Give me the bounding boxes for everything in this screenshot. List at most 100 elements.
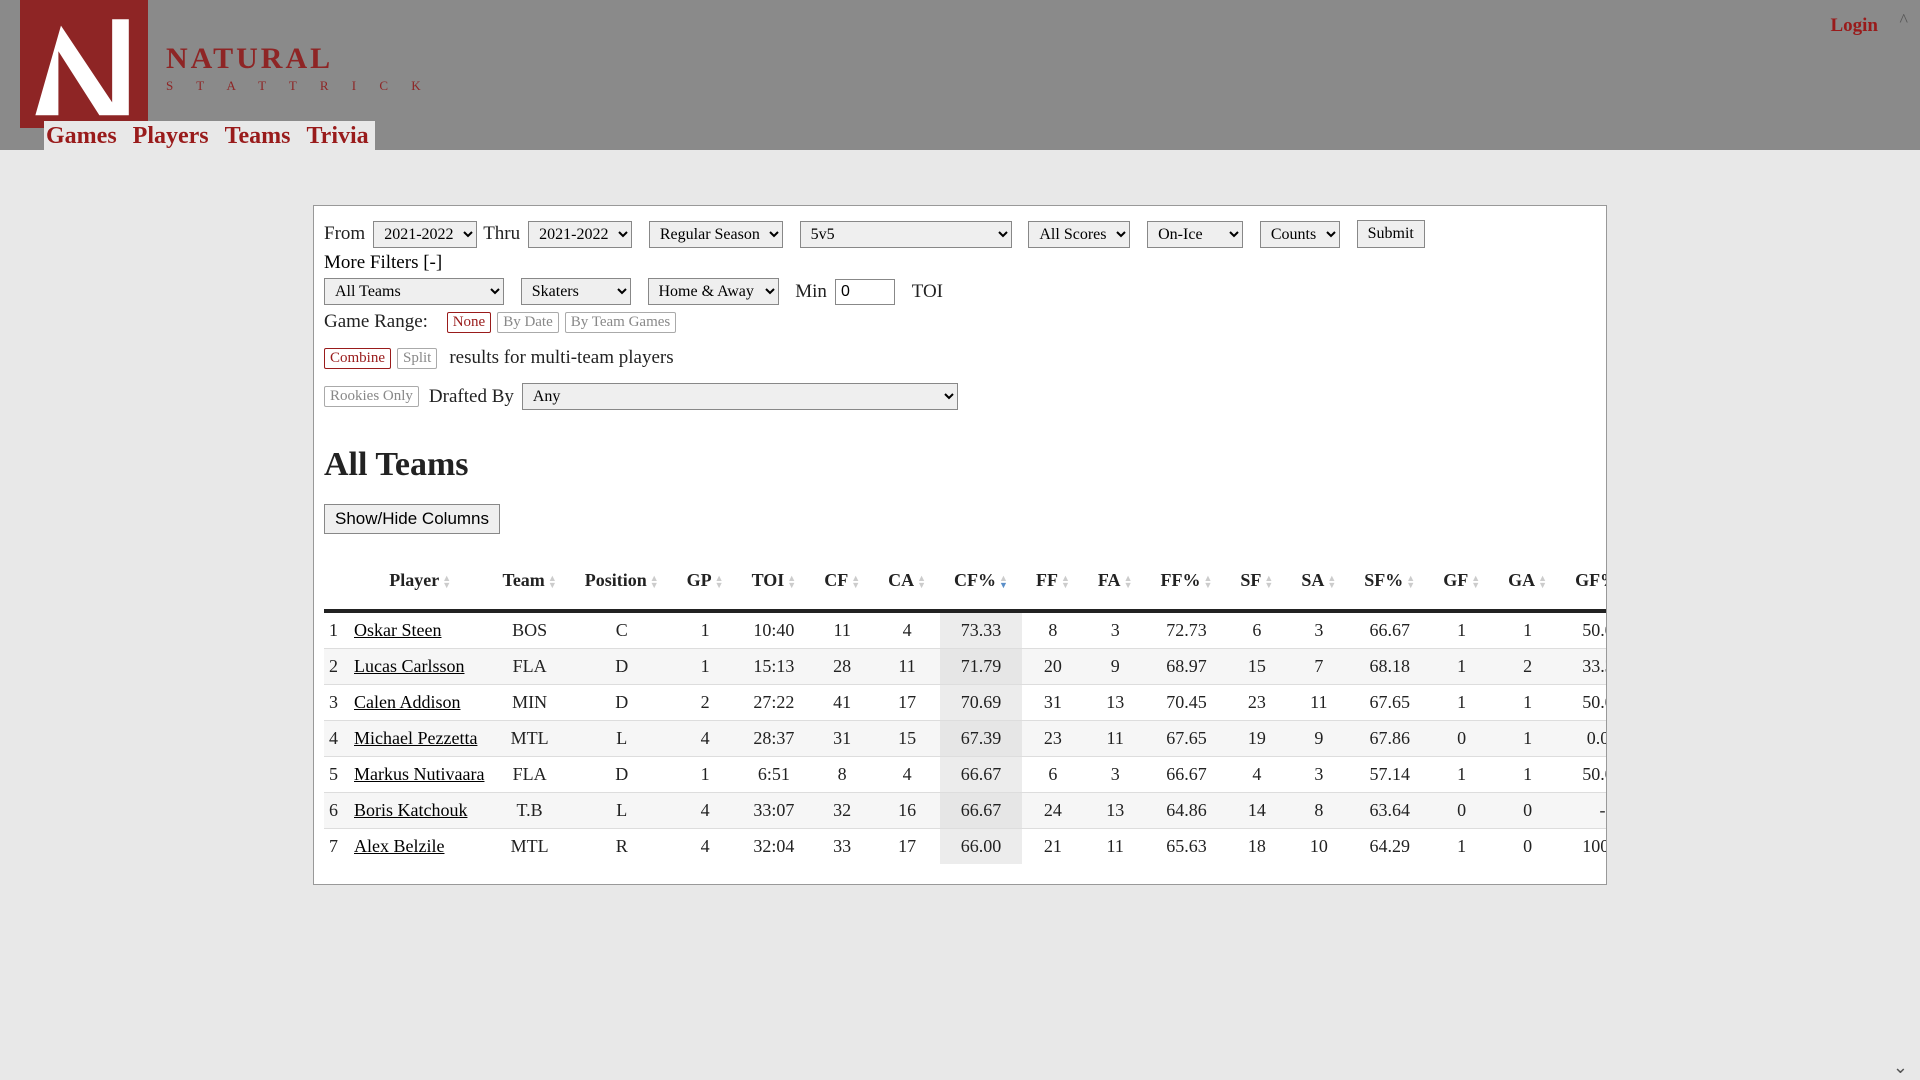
stat-cell: 15:13 [738, 649, 811, 685]
player-link[interactable]: Michael Pezzetta [354, 728, 477, 748]
stat-cell: 1 [1494, 721, 1561, 757]
stat-cell: 70.45 [1146, 685, 1226, 721]
stat-cell: 20 [1022, 649, 1084, 685]
stat-cell: 100.0 [1561, 829, 1606, 865]
player-link[interactable]: Oskar Steen [354, 620, 441, 640]
stat-cell: 50.00 [1561, 611, 1606, 649]
player-link[interactable]: Boris Katchouk [354, 800, 467, 820]
sort-arrows-icon: ▲▼ [999, 575, 1008, 589]
col-header[interactable]: FF%▲▼ [1146, 552, 1226, 611]
stat-cell: 6:51 [738, 757, 811, 793]
player-link[interactable]: Lucas Carlsson [354, 656, 464, 676]
combine-button[interactable]: Combine [324, 348, 391, 369]
stat-cell: BOS [488, 611, 570, 649]
logo-icon[interactable] [20, 0, 148, 128]
location-select[interactable]: Home & Away [648, 278, 779, 305]
counts-select[interactable]: Counts [1260, 221, 1340, 248]
scores-select[interactable]: All Scores [1028, 221, 1130, 248]
stat-cell: 1 [1429, 757, 1494, 793]
player-link[interactable]: Calen Addison [354, 692, 461, 712]
min-input[interactable] [835, 279, 895, 305]
stat-cell: 31 [1022, 685, 1084, 721]
col-header[interactable]: CF▲▼ [810, 552, 874, 611]
col-header[interactable]: GP▲▼ [673, 552, 738, 611]
stat-cell: 66.67 [1146, 757, 1226, 793]
content-panel: From 2021-2022 Thru 2021-2022 Regular Se… [313, 205, 1607, 885]
col-header[interactable]: CA▲▼ [874, 552, 940, 611]
col-header[interactable]: TOI▲▼ [738, 552, 811, 611]
stat-cell: MTL [488, 721, 570, 757]
stat-cell: L [571, 793, 673, 829]
stat-cell: R [571, 829, 673, 865]
stat-cell: 57.14 [1350, 757, 1429, 793]
brand-text: NATURAL S T A T T R I C K [166, 42, 431, 94]
nav-players[interactable]: Players [133, 123, 209, 150]
stat-cell: 15 [874, 721, 940, 757]
player-cell: Michael Pezzetta [352, 721, 488, 757]
col-header[interactable]: Team▲▼ [488, 552, 570, 611]
team-select[interactable]: All Teams [324, 278, 504, 305]
col-header[interactable]: Player▲▼ [352, 552, 488, 611]
stat-cell: 65.63 [1146, 829, 1226, 865]
stat-cell: 2 [673, 685, 738, 721]
filters: From 2021-2022 Thru 2021-2022 Regular Se… [314, 220, 1606, 410]
showhide-columns-button[interactable]: Show/Hide Columns [324, 504, 500, 534]
sort-arrows-icon: ▲▼ [442, 575, 451, 589]
gamerange-none-button[interactable]: None [447, 312, 492, 333]
col-header[interactable]: GF%▲▼ [1561, 552, 1606, 611]
gamerange-date-button[interactable]: By Date [497, 312, 559, 333]
sort-arrows-icon: ▲▼ [1124, 575, 1133, 589]
thru-select[interactable]: 2021-2022 [528, 221, 632, 248]
stat-cell: 17 [874, 829, 940, 865]
submit-button[interactable]: Submit [1357, 220, 1425, 248]
col-header[interactable]: CF%▲▼ [940, 552, 1022, 611]
col-header[interactable]: GA▲▼ [1494, 552, 1561, 611]
stat-cell: 19 [1226, 721, 1287, 757]
table-row: 5Markus NutivaaraFLAD16:518466.676366.67… [324, 757, 1606, 793]
stat-cell: 11 [810, 611, 874, 649]
stat-cell: 67.39 [940, 721, 1022, 757]
multiteam-label: results for multi-team players [449, 347, 673, 369]
stat-cell: 33 [810, 829, 874, 865]
col-header[interactable]: SF▲▼ [1226, 552, 1287, 611]
stat-cell: 66.00 [940, 829, 1022, 865]
from-select[interactable]: 2021-2022 [373, 221, 477, 248]
stat-cell: 64.86 [1146, 793, 1226, 829]
col-header[interactable]: SF%▲▼ [1350, 552, 1429, 611]
seasontype-select[interactable]: Regular Season [649, 221, 783, 248]
login-link[interactable]: Login [1830, 15, 1878, 37]
col-header[interactable]: SA▲▼ [1287, 552, 1350, 611]
player-cell: Calen Addison [352, 685, 488, 721]
col-header[interactable]: FA▲▼ [1084, 552, 1147, 611]
drafted-label: Drafted By [429, 386, 514, 408]
onice-select[interactable]: On-Ice [1147, 221, 1243, 248]
nav-games[interactable]: Games [46, 123, 117, 150]
rookies-button[interactable]: Rookies Only [324, 386, 419, 407]
nav-teams[interactable]: Teams [225, 123, 291, 150]
more-filters-toggle[interactable]: More Filters [-] [324, 252, 442, 274]
drafted-select[interactable]: Any [522, 383, 958, 410]
player-link[interactable]: Alex Belzile [354, 836, 444, 856]
gamerange-team-button[interactable]: By Team Games [565, 312, 677, 333]
col-header[interactable]: Position▲▼ [571, 552, 673, 611]
col-header[interactable]: GF▲▼ [1429, 552, 1494, 611]
stat-cell: D [571, 757, 673, 793]
col-header [324, 552, 352, 611]
player-link[interactable]: Markus Nutivaara [354, 764, 484, 784]
stat-cell: 4 [874, 757, 940, 793]
position-select[interactable]: Skaters [521, 278, 631, 305]
stat-cell: 14 [1226, 793, 1287, 829]
nav-trivia[interactable]: Trivia [306, 123, 368, 150]
split-button[interactable]: Split [397, 348, 437, 369]
stat-cell: 4 [673, 721, 738, 757]
player-cell: Markus Nutivaara [352, 757, 488, 793]
sort-arrows-icon: ▲▼ [715, 575, 724, 589]
stat-cell: 8 [1287, 793, 1350, 829]
stat-cell: 67.65 [1146, 721, 1226, 757]
row-index: 6 [324, 793, 352, 829]
stat-cell: 3 [1084, 611, 1147, 649]
stat-cell: 7 [1287, 649, 1350, 685]
situation-select[interactable]: 5v5 [800, 221, 1012, 248]
col-header[interactable]: FF▲▼ [1022, 552, 1084, 611]
stat-cell: 1 [1494, 757, 1561, 793]
